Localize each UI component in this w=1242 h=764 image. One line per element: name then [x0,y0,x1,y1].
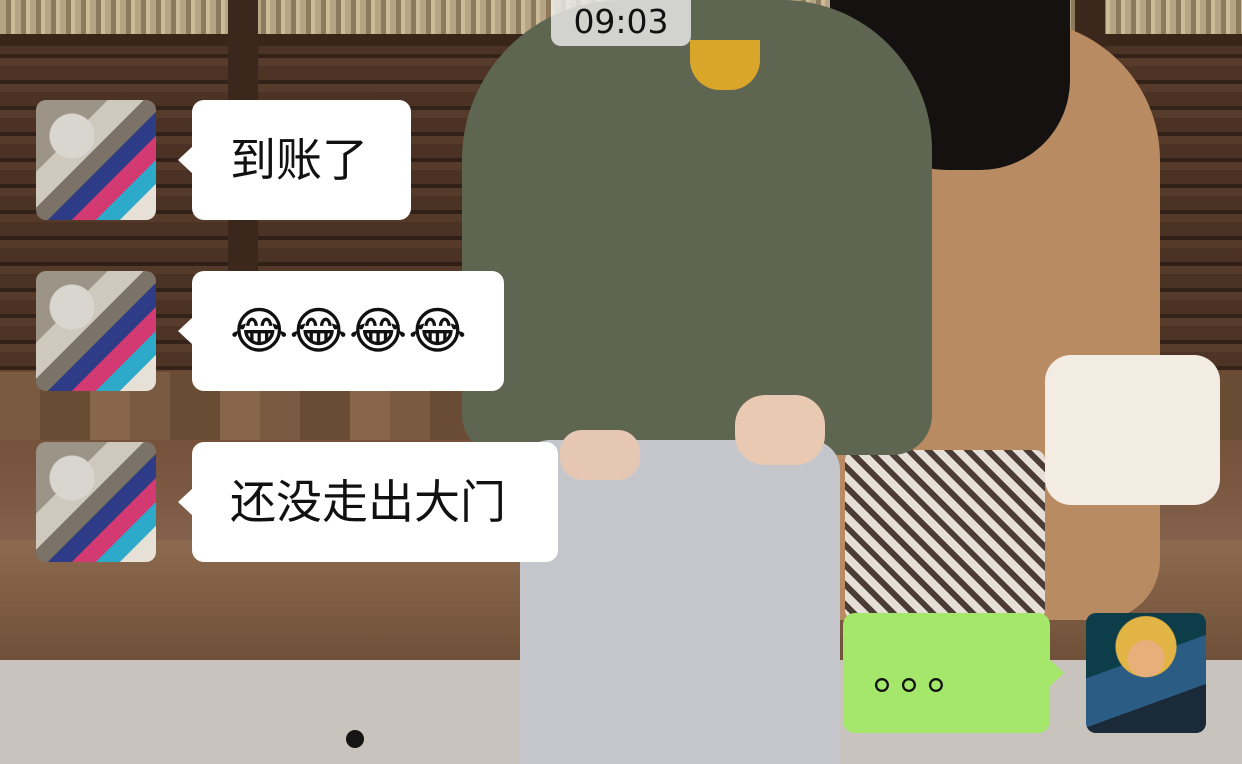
contact-avatar[interactable] [36,100,156,220]
bg-hand [560,430,640,480]
bg-skirt [845,450,1045,620]
message-text: 。。。 [873,646,977,700]
contact-avatar[interactable] [36,442,156,562]
bg-hole [346,730,364,748]
message-text: 到账了 [230,133,368,187]
bg-hands [735,395,825,465]
my-avatar[interactable] [1086,613,1206,733]
bg-pants [520,440,840,764]
contact-avatar[interactable] [36,271,156,391]
chat-background-photo [0,0,1242,764]
bg-bag [1045,355,1220,505]
message-bubble-incoming[interactable]: 到账了 [178,100,411,220]
message-bubble-incoming[interactable]: 还没走出大门 [178,442,558,562]
status-time: 09:03 [551,0,691,46]
message-bubble-outgoing[interactable]: 。。。 [843,613,1064,733]
message-text: 还没走出大门 [230,475,506,529]
bg-collar [690,40,760,90]
message-emoji-text: 😂😂😂😂 [230,302,468,360]
message-bubble-incoming[interactable]: 😂😂😂😂 [178,271,504,391]
